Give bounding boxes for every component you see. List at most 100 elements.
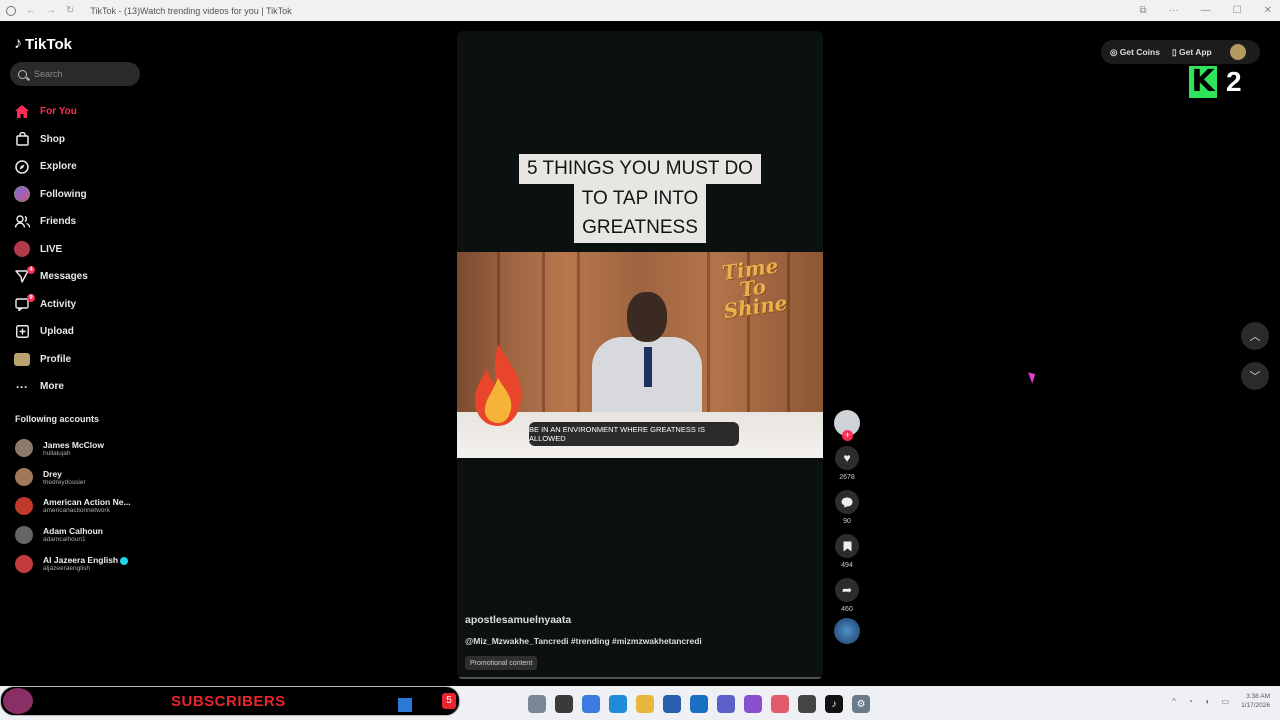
account-item[interactable]: Al Jazeera English aljazeeraenglish [15,549,145,578]
close-button[interactable]: ✕ [1264,5,1272,16]
tiktok-logo[interactable]: ♪ TikTok [14,35,72,53]
game-app-icon[interactable] [798,695,816,713]
network-icon[interactable]: ◔ [1188,697,1193,706]
avatar [15,439,33,458]
logo-text: TikTok [25,35,72,53]
verified-badge-icon [120,556,129,565]
heart-icon[interactable]: ♥ [835,446,859,470]
compass-icon [14,159,30,175]
save-action[interactable]: 494 [833,534,861,571]
battery-icon[interactable]: ▭ [1222,697,1230,706]
messenger-icon[interactable] [744,695,762,713]
sidebar-item-upload[interactable]: Upload [14,318,144,346]
user-avatar[interactable] [1229,44,1246,60]
promotional-content-tag: Promotional content [465,656,538,670]
volume-icon[interactable]: ◖ [1205,697,1210,706]
sidebar-item-for-you[interactable]: For You [14,98,144,126]
follow-plus-icon[interactable]: + [842,430,853,441]
account-name: Drey [43,468,62,479]
reload-icon[interactable]: ↻ [66,5,74,16]
tab-title: TikTok - (13)Watch trending videos for y… [90,5,292,16]
windows-taskbar: SUBSCRIBERS 5 ♪ ⚙ ^ ◔ ◖ ▭ 3:38 AM 1/17/2… [0,686,1280,720]
store-icon[interactable] [663,695,681,713]
sidebar-item-activity[interactable]: 9 Activity [14,291,144,319]
shine-text-line: Shine [722,290,789,324]
sidebar-item-friends[interactable]: Friends [14,208,144,236]
comment-action[interactable]: 90 [833,490,861,527]
k-logo-number: 2 [1226,66,1242,97]
music-disc-icon[interactable] [834,618,860,644]
video-caption[interactable]: @Miz_Mzwakhe_Tancredi #trending #mizmzwa… [465,636,702,646]
outlook-icon[interactable] [690,695,708,713]
sidebar-item-shop[interactable]: Shop [14,126,144,154]
account-item[interactable]: Drey thedreydossier [15,463,145,492]
maximize-button[interactable]: ☐ [1233,5,1242,16]
previous-video-button[interactable]: ︿ [1241,322,1269,350]
sidebar-item-label: Friends [40,216,77,228]
folder-icon[interactable] [636,695,654,713]
k2-overlay-logo: K 2 [1189,66,1242,98]
bookmark-icon[interactable] [835,534,859,558]
share-action[interactable]: ➦ 460 [833,578,861,615]
creator-username[interactable]: apostlesamuelnyaata [465,614,571,626]
taskbar-apps: ♪ ⚙ [528,695,870,713]
browser-menu-icon[interactable]: ··· [1169,5,1179,16]
windows-start-icon[interactable] [398,698,412,712]
sidebar-item-profile[interactable]: Profile [14,346,144,374]
activity-badge: 9 [27,293,35,302]
account-handle: americanactionnetwork [43,507,110,515]
sidebar-item-label: Following [40,188,87,200]
sidebar-item-live[interactable]: LIVE [14,236,144,264]
sidebar-item-explore[interactable]: Explore [14,153,144,181]
forward-arrow-icon[interactable]: → [46,5,56,16]
account-name: Adam Calhoun [43,526,103,537]
live-icon [14,241,30,258]
headline-line: GREATNESS [574,213,706,243]
back-arrow-icon[interactable]: ← [26,5,36,16]
search-input[interactable]: Search [10,62,140,86]
account-name-text: Al Jazeera English [43,555,119,566]
next-video-button[interactable]: ﹀ [1241,362,1269,390]
shopping-bag-icon [14,131,30,147]
copilot-icon[interactable] [582,695,600,713]
home-icon [14,104,30,120]
account-item[interactable]: Adam Calhoun adamcalhoun1 [15,520,145,549]
sidebar-item-label: LIVE [40,243,63,255]
video-headline: 5 THINGS YOU MUST DO TO TAP INTO GREATNE… [457,154,823,243]
sidebar-item-label: Messages [40,271,88,283]
account-item[interactable]: American Action Ne... americanactionnetwo… [15,492,145,521]
sidebar-item-label: Activity [40,298,77,310]
sidebar: ♪ TikTok Search For You Shop Explore Fol… [0,21,150,686]
sidebar-item-following[interactable]: Following [14,181,144,209]
sidebar-item-more[interactable]: ··· More [14,373,144,401]
video-progress-bar[interactable] [457,677,823,679]
teams-icon[interactable] [717,695,735,713]
like-action[interactable]: ♥ 2678 [833,446,861,483]
tray-chevron-up-icon[interactable]: ^ [1172,697,1176,706]
save-count: 494 [841,562,853,569]
music-app-icon[interactable] [771,695,789,713]
tiktok-app-icon[interactable]: ♪ [825,695,843,713]
app-available-icon[interactable]: ⧉ [1140,5,1147,16]
settings-gear-icon[interactable]: ⚙ [852,695,870,713]
upload-icon [14,324,30,340]
following-avatar-icon [14,186,30,203]
subscribers-count: 5 [442,693,456,709]
share-arrow-icon[interactable]: ➦ [835,578,859,602]
get-app-button[interactable]: ▯ Get App [1172,47,1212,58]
creator-avatar[interactable]: + [834,410,860,441]
widgets-icon[interactable] [528,695,546,713]
sidebar-item-messages[interactable]: 4 Messages [14,263,144,291]
get-coins-button[interactable]: ◎ Get Coins [1110,47,1160,58]
comment-icon[interactable] [835,490,859,514]
mouse-cursor-icon [1028,370,1038,384]
avatar [15,525,33,544]
edge-browser-icon[interactable] [609,695,627,713]
minimize-button[interactable]: — [1201,5,1211,16]
subscribers-label: SUBSCRIBERS [171,692,286,710]
video-frame-image: Time To Shine BE IN AN ENVIRONMENT WHERE… [457,252,823,458]
account-item[interactable]: James McClow hullalujah [15,434,145,463]
file-explorer-icon[interactable] [555,695,573,713]
video-player[interactable]: 5 THINGS YOU MUST DO TO TAP INTO GREATNE… [457,31,823,679]
taskbar-clock[interactable]: 3:38 AM 1/17/2026 [1241,692,1270,710]
